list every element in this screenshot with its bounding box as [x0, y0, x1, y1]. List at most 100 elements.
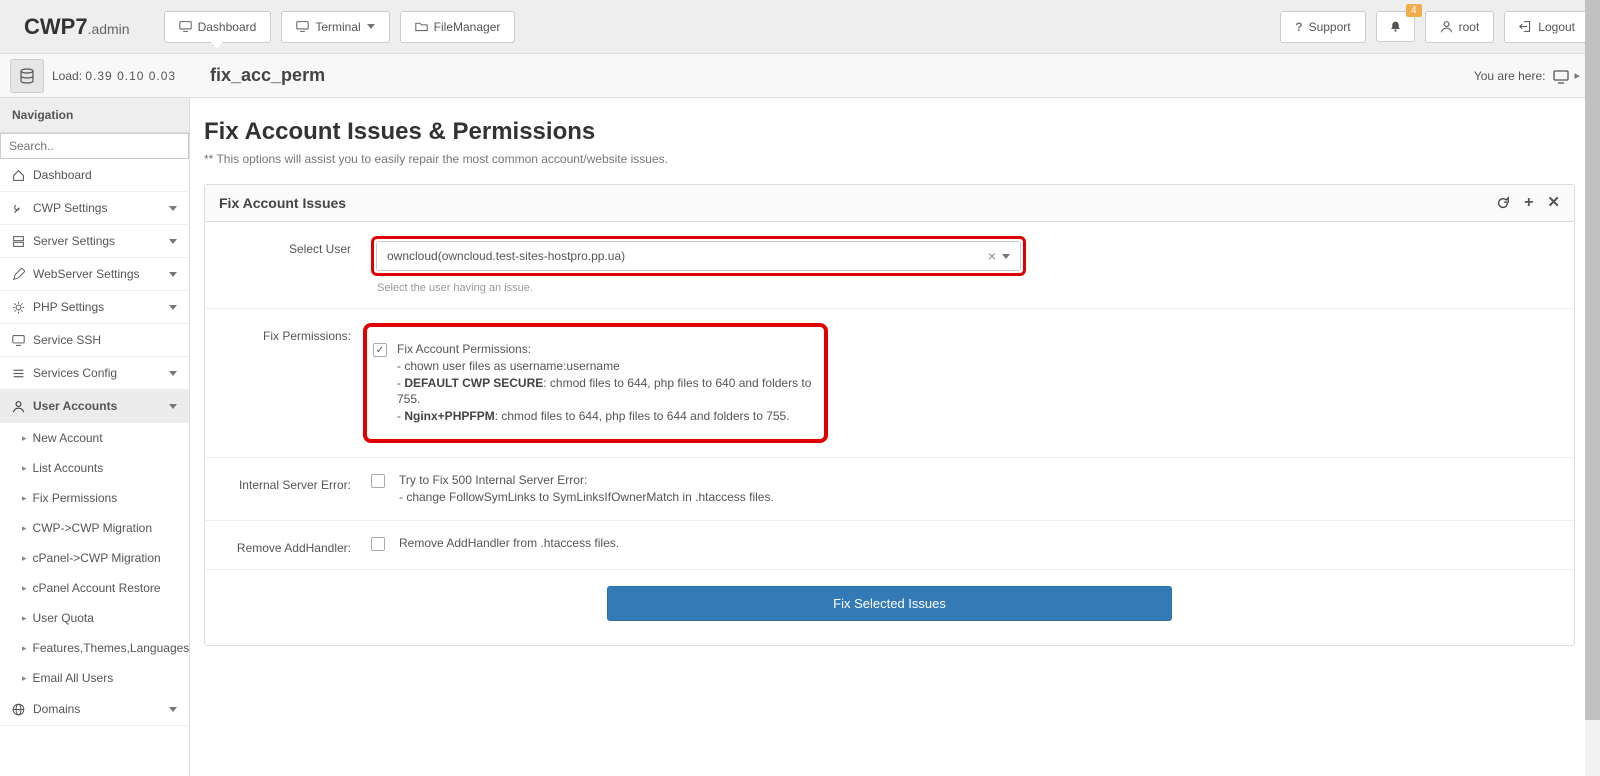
terminal-button[interactable]: Terminal [281, 11, 389, 43]
dashboard-button[interactable]: Dashboard [164, 11, 272, 43]
search-input[interactable] [0, 133, 189, 159]
sub-cwp-migration[interactable]: CWP->CWP Migration [0, 513, 189, 543]
fix-permissions-text: Fix Account Permissions: - chown user fi… [397, 341, 814, 425]
chevron-down-icon [169, 239, 177, 244]
sub-fix-permissions[interactable]: Fix Permissions [0, 483, 189, 513]
content-heading: Fix Account Issues & Permissions [204, 118, 1575, 146]
sidebar-item-cwp-settings[interactable]: CWP Settings [0, 192, 189, 225]
fix-selected-button[interactable]: Fix Selected Issues [607, 586, 1172, 621]
sidebar-item-webserver-settings[interactable]: WebServer Settings [0, 258, 189, 291]
chevron-down-icon [169, 404, 177, 409]
user-accounts-submenu: New Account List Accounts Fix Permission… [0, 423, 189, 693]
panel-fix-issues: Fix Account Issues + ✕ Select User owncl… [204, 184, 1575, 646]
support-button[interactable]: ? Support [1280, 11, 1365, 43]
globe-icon [12, 703, 25, 716]
tools-icon [12, 202, 25, 215]
sidebar-item-server-settings[interactable]: Server Settings [0, 225, 189, 258]
content: Fix Account Issues & Permissions ** This… [190, 98, 1585, 776]
close-icon[interactable]: ✕ [1547, 196, 1560, 210]
gear-icon [12, 301, 25, 314]
user-icon [1440, 20, 1453, 33]
server-icon [12, 235, 25, 248]
folder-icon [415, 20, 428, 33]
caret-down-icon [367, 24, 375, 29]
logout-label: Logout [1538, 20, 1575, 34]
scrollbar-thumb[interactable] [1585, 0, 1600, 720]
sub-cpanel-restore[interactable]: cPanel Account Restore [0, 573, 189, 603]
database-icon[interactable] [10, 59, 44, 93]
question-icon: ? [1295, 20, 1302, 34]
monitor-icon[interactable] [1553, 69, 1566, 82]
home-icon [12, 169, 25, 182]
sidebar-item-user-accounts[interactable]: User Accounts [0, 390, 189, 423]
monitor-icon [12, 334, 25, 347]
sidebar-item-services-config[interactable]: Services Config [0, 357, 189, 390]
sub-features[interactable]: Features,Themes,Languages [0, 633, 189, 663]
label-fix-permissions: Fix Permissions: [221, 323, 371, 343]
select-user-help: Select the user having an issue. [371, 276, 1558, 294]
user-label: root [1459, 20, 1480, 34]
scrollbar[interactable] [1585, 0, 1600, 776]
sidebar-item-ssh[interactable]: Service SSH [0, 324, 189, 357]
breadcrumb: You are here: ▸ [1474, 69, 1600, 83]
sub-list-accounts[interactable]: List Accounts [0, 453, 189, 483]
bell-icon [1389, 20, 1402, 33]
user-icon [12, 400, 25, 413]
notifications-button[interactable]: 4 [1376, 11, 1415, 42]
select-user-dropdown[interactable]: owncloud(owncloud.test-sites-hostpro.pp.… [376, 241, 1021, 271]
fix-permissions-highlight: Fix Account Permissions: - chown user fi… [363, 323, 828, 443]
sidebar-item-domains[interactable]: Domains [0, 693, 189, 726]
chevron-down-icon [169, 707, 177, 712]
page-header: Load: 0.39 0.10 0.03 fix_acc_perm You ar… [0, 54, 1600, 98]
sub-new-account[interactable]: New Account [0, 423, 189, 453]
label-internal-error: Internal Server Error: [221, 472, 371, 492]
row-internal-error: Internal Server Error: Try to Fix 500 In… [205, 458, 1574, 521]
logout-icon [1519, 20, 1532, 33]
chevron-right-icon: ▸ [1574, 69, 1580, 82]
select-user-highlight: owncloud(owncloud.test-sites-hostpro.pp.… [371, 236, 1026, 276]
label-select-user: Select User [221, 236, 371, 256]
remove-addhandler-text: Remove AddHandler from .htaccess files. [399, 535, 619, 552]
plus-icon[interactable]: + [1524, 196, 1533, 210]
content-subtitle: ** This options will assist you to easil… [204, 152, 1575, 166]
topbar-left-buttons: Dashboard Terminal FileManager [164, 11, 516, 43]
filemanager-label: FileManager [434, 20, 501, 34]
support-label: Support [1309, 20, 1351, 34]
chevron-down-icon [169, 305, 177, 310]
row-select-user: Select User owncloud(owncloud.test-sites… [205, 222, 1574, 309]
sidebar-item-dashboard[interactable]: Dashboard [0, 159, 189, 192]
sub-user-quota[interactable]: User Quota [0, 603, 189, 633]
monitor-icon [179, 20, 192, 33]
submit-row: Fix Selected Issues [205, 570, 1574, 645]
load-box: Load: 0.39 0.10 0.03 [0, 59, 190, 93]
panel-header: Fix Account Issues + ✕ [205, 185, 1574, 222]
topbar-right: ? Support 4 root Logout [1280, 11, 1590, 43]
sub-email-all[interactable]: Email All Users [0, 663, 189, 693]
chevron-down-icon [169, 272, 177, 277]
fix-permissions-checkbox[interactable] [373, 343, 387, 357]
notif-badge: 4 [1406, 4, 1422, 17]
panel-title: Fix Account Issues [219, 195, 346, 211]
internal-error-text: Try to Fix 500 Internal Server Error: - … [399, 472, 774, 506]
nav-header: Navigation [0, 98, 189, 133]
refresh-icon[interactable] [1496, 196, 1510, 210]
logout-button[interactable]: Logout [1504, 11, 1590, 43]
clear-icon[interactable]: × [982, 248, 1002, 264]
row-remove-addhandler: Remove AddHandler: Remove AddHandler fro… [205, 521, 1574, 570]
terminal-label: Terminal [315, 20, 360, 34]
list-icon [12, 367, 25, 380]
filemanager-button[interactable]: FileManager [400, 11, 516, 43]
remove-addhandler-checkbox[interactable] [371, 537, 385, 551]
label-remove-addhandler: Remove AddHandler: [221, 535, 371, 555]
user-button[interactable]: root [1425, 11, 1495, 43]
row-fix-permissions: Fix Permissions: Fix Account Permissions… [205, 309, 1574, 458]
sidebar: Navigation Dashboard CWP Settings Server… [0, 98, 190, 776]
chevron-down-icon [169, 371, 177, 376]
panel-actions: + ✕ [1496, 196, 1560, 210]
caret-down-icon [1002, 254, 1010, 259]
internal-error-checkbox[interactable] [371, 474, 385, 488]
sub-cpanel-migration[interactable]: cPanel->CWP Migration [0, 543, 189, 573]
edit-icon [12, 268, 25, 281]
sidebar-item-php-settings[interactable]: PHP Settings [0, 291, 189, 324]
breadcrumb-label: You are here: [1474, 69, 1546, 83]
